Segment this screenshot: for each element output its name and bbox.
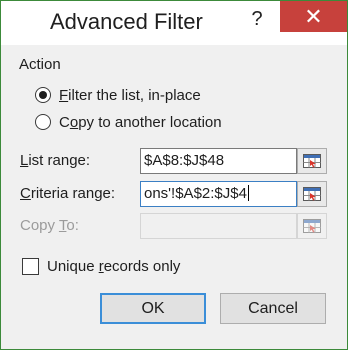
dialog-title: Advanced Filter bbox=[50, 9, 203, 34]
advanced-filter-dialog: Advanced Filter ? ✕ Action Filter the li… bbox=[0, 0, 348, 350]
list-range-label: List range: bbox=[20, 152, 90, 169]
help-button[interactable]: ? bbox=[237, 5, 277, 33]
copy-to-location-label[interactable]: Copy to another location bbox=[59, 114, 222, 131]
label-text: Copy bbox=[20, 217, 59, 234]
label-text: Unique bbox=[47, 258, 99, 275]
accelerator-key: o bbox=[69, 114, 79, 131]
range-selector-icon bbox=[303, 219, 321, 233]
label-text: C bbox=[59, 114, 70, 131]
label-text: ecords only bbox=[103, 258, 181, 275]
text-caret bbox=[247, 185, 249, 201]
action-group-label: Action bbox=[19, 56, 61, 73]
cancel-button[interactable]: Cancel bbox=[220, 293, 326, 324]
accelerator-key: C bbox=[20, 185, 31, 202]
criteria-range-label: Criteria range: bbox=[20, 185, 115, 202]
filter-in-place-label[interactable]: Filter the list, in-place bbox=[59, 87, 201, 104]
ok-button[interactable]: OK bbox=[100, 293, 206, 324]
criteria-range-value: ons'!$A$2:$J$4 bbox=[144, 185, 247, 202]
copy-to-collapse-button[interactable] bbox=[297, 213, 327, 239]
range-selector-icon bbox=[303, 187, 321, 201]
title-bar[interactable]: Advanced Filter ? ✕ bbox=[1, 1, 347, 45]
range-selector-icon bbox=[303, 154, 321, 168]
copy-to-input[interactable] bbox=[140, 213, 297, 239]
criteria-range-collapse-button[interactable] bbox=[297, 181, 327, 207]
filter-in-place-radio[interactable] bbox=[35, 87, 51, 103]
label-text: ilter the list, in-place bbox=[68, 87, 201, 104]
list-range-input[interactable]: $A$8:$J$48 bbox=[140, 148, 297, 174]
dialog-body: Action Filter the list, in-place Copy to… bbox=[9, 45, 339, 341]
copy-to-location-radio[interactable] bbox=[35, 114, 51, 130]
criteria-range-input[interactable]: ons'!$A$2:$J$4 bbox=[140, 181, 297, 207]
help-icon: ? bbox=[251, 8, 263, 30]
accelerator-key: F bbox=[59, 87, 69, 104]
close-icon: ✕ bbox=[304, 4, 323, 29]
close-button[interactable]: ✕ bbox=[280, 1, 347, 32]
label-text: ist range: bbox=[28, 152, 91, 169]
copy-to-label: Copy To: bbox=[20, 217, 79, 234]
label-text: py to another location bbox=[78, 114, 222, 131]
list-range-collapse-button[interactable] bbox=[297, 148, 327, 174]
label-text: riteria range: bbox=[30, 185, 116, 202]
unique-records-label[interactable]: Unique records only bbox=[47, 258, 180, 275]
unique-records-checkbox[interactable] bbox=[22, 258, 39, 275]
label-text: o: bbox=[66, 217, 79, 234]
